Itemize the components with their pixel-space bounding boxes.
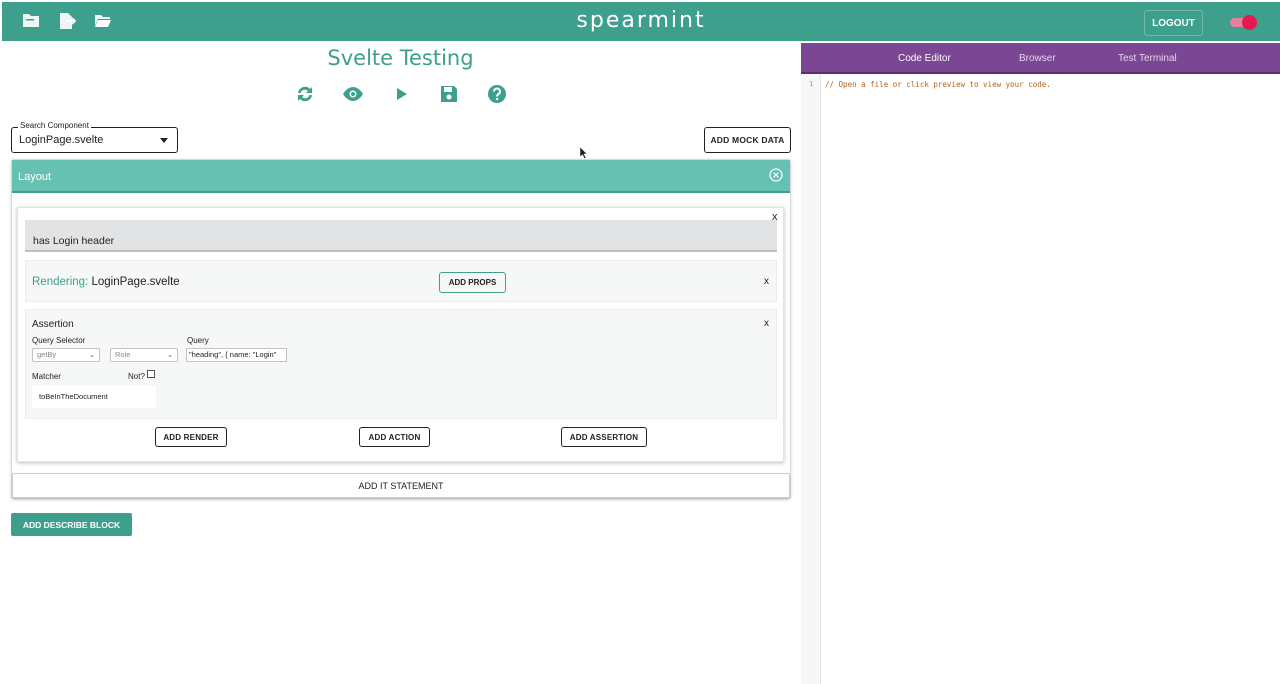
render-label: Rendering: LoginPage.svelte — [32, 276, 180, 288]
render-block: Rendering: LoginPage.svelte ADD PROPS x — [25, 260, 777, 302]
chevron-down-icon — [160, 138, 168, 143]
chevron-down-icon: ⌄ — [167, 352, 173, 359]
editor-tabs: Code Editor Browser Test Terminal — [801, 43, 1280, 74]
layout-card: Layout x has Login header Rendering: Log… — [11, 159, 791, 499]
theme-toggle[interactable] — [1230, 15, 1258, 30]
action-toolbar — [294, 84, 508, 104]
search-component-label: Search Component — [18, 121, 91, 130]
test-builder-pane: Svelte Testing Search Component LoginPag… — [2, 41, 799, 684]
logout-button[interactable]: LOGOUT — [1144, 10, 1203, 36]
close-circle-icon[interactable] — [769, 168, 783, 182]
not-label: Not? — [128, 372, 145, 381]
code-editor-content[interactable]: // Open a file or click preview to view … — [825, 80, 1051, 89]
search-component-select[interactable]: Search Component LoginPage.svelte — [11, 121, 178, 153]
render-close-button[interactable]: x — [764, 276, 769, 287]
query-type-select[interactable]: Role ⌄ — [110, 348, 178, 362]
rendering-prefix: Rendering: — [32, 276, 89, 288]
rendering-component: LoginPage.svelte — [91, 276, 180, 288]
tab-browser[interactable]: Browser — [1019, 53, 1056, 64]
refresh-icon[interactable] — [294, 84, 316, 104]
tab-test-terminal[interactable]: Test Terminal — [1118, 53, 1177, 64]
add-assertion-button[interactable]: ADD ASSERTION — [561, 427, 647, 447]
assertion-block: Assertion x Query Selector Query getBy ⌄… — [25, 309, 777, 419]
matcher-label: Matcher — [32, 372, 61, 381]
add-props-button[interactable]: ADD PROPS — [439, 272, 506, 293]
query-input[interactable]: "heading", { name: "Login" — [186, 348, 287, 362]
it-statement-card: x has Login header Rendering: LoginPage.… — [17, 207, 784, 462]
not-checkbox[interactable] — [147, 370, 155, 378]
query-label: Query — [187, 336, 209, 345]
add-render-button[interactable]: ADD RENDER — [155, 427, 227, 447]
query-selector-value: getBy — [37, 350, 57, 359]
layout-title: Layout — [18, 171, 52, 183]
brand-logo: spearmint — [576, 8, 706, 33]
matcher-input[interactable]: toBeInTheDocument — [32, 386, 156, 408]
toggle-knob — [1242, 15, 1257, 30]
line-number: 1 — [809, 80, 814, 88]
add-it-statement-button[interactable]: ADD IT STATEMENT — [12, 473, 790, 498]
help-icon[interactable] — [486, 84, 508, 104]
query-type-value: Role — [115, 350, 131, 359]
query-selector-select[interactable]: getBy ⌄ — [32, 348, 100, 362]
add-describe-block-button[interactable]: ADD DESCRIBE BLOCK — [11, 513, 132, 536]
it-title-text: has Login header — [33, 235, 115, 247]
it-title-input[interactable]: has Login header — [25, 220, 777, 252]
add-action-button[interactable]: ADD ACTION — [359, 427, 430, 447]
search-component-value: LoginPage.svelte — [19, 134, 104, 146]
editor-pane: Code Editor Browser Test Terminal 1 // O… — [801, 41, 1280, 684]
assertion-heading: Assertion — [32, 319, 74, 330]
chevron-down-icon: ⌄ — [89, 352, 95, 359]
tab-code-editor[interactable]: Code Editor — [898, 53, 951, 64]
page-title: Svelte Testing — [327, 46, 474, 70]
preview-eye-icon[interactable] — [342, 84, 364, 104]
assertion-close-button[interactable]: x — [764, 318, 769, 329]
save-icon[interactable] — [438, 84, 460, 104]
query-selector-label: Query Selector — [32, 336, 86, 345]
add-mock-data-button[interactable]: ADD MOCK DATA — [704, 127, 791, 153]
layout-header[interactable]: Layout — [12, 160, 790, 193]
line-gutter: 1 — [801, 74, 821, 684]
mouse-cursor-icon — [579, 146, 588, 160]
run-play-icon[interactable] — [390, 84, 412, 104]
top-bar: spearmint LOGOUT — [2, 2, 1280, 41]
